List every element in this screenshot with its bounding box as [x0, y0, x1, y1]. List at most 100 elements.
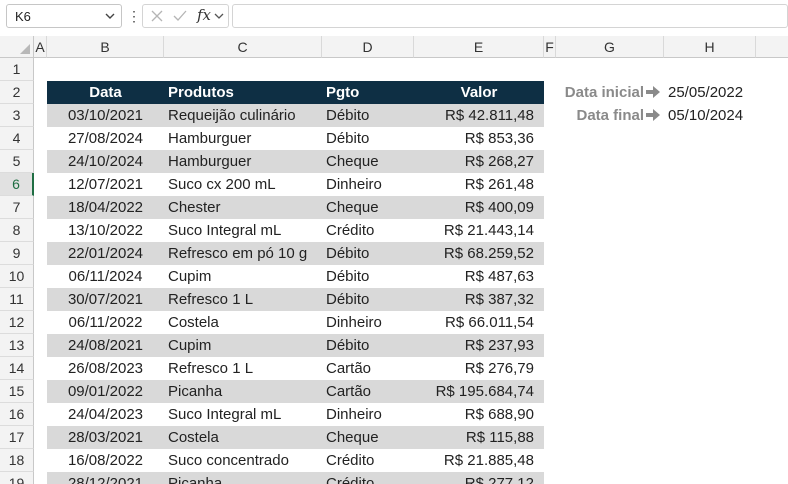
row-header-1[interactable]: 1: [0, 58, 34, 81]
column-header-i[interactable]: [756, 36, 788, 58]
row-header-11[interactable]: 11: [0, 288, 34, 311]
row-header-6[interactable]: 6: [0, 173, 34, 196]
cell-product[interactable]: Costela: [164, 426, 322, 449]
cell-product[interactable]: Refresco 1 L: [164, 357, 322, 380]
chevron-down-icon[interactable]: [211, 8, 227, 24]
row-header-7[interactable]: 7: [0, 196, 34, 219]
cell-date[interactable]: 26/08/2023: [47, 357, 164, 380]
enter-check-icon[interactable]: [172, 8, 188, 24]
cell-product[interactable]: Requeijão culinário: [164, 104, 322, 127]
cell-value[interactable]: R$ 487,63: [414, 265, 544, 288]
cell-date[interactable]: 16/08/2022: [47, 449, 164, 472]
column-header-c[interactable]: C: [164, 36, 322, 58]
cell-payment[interactable]: Dinheiro: [322, 311, 414, 334]
cell-date[interactable]: 24/04/2023: [47, 403, 164, 426]
table-header-payment[interactable]: Pgto: [322, 81, 414, 104]
table-header-date[interactable]: Data: [47, 81, 164, 104]
cell-product[interactable]: Hamburguer: [164, 127, 322, 150]
cell-product[interactable]: Picanha: [164, 472, 322, 484]
column-header-d[interactable]: D: [322, 36, 414, 58]
cell-date[interactable]: 03/10/2021: [47, 104, 164, 127]
table-header-value[interactable]: Valor: [414, 81, 544, 104]
cell-product[interactable]: Suco Integral mL: [164, 219, 322, 242]
cell-value[interactable]: R$ 688,90: [414, 403, 544, 426]
cell-value[interactable]: R$ 42.811,48: [414, 104, 544, 127]
cell-product[interactable]: Suco Integral mL: [164, 403, 322, 426]
cell-value[interactable]: R$ 268,27: [414, 150, 544, 173]
row-header-10[interactable]: 10: [0, 265, 34, 288]
cell-payment[interactable]: Crédito: [322, 219, 414, 242]
cell-product[interactable]: Chester: [164, 196, 322, 219]
cell-date[interactable]: 09/01/2022: [47, 380, 164, 403]
column-header-g[interactable]: G: [556, 36, 664, 58]
cell-date[interactable]: 24/10/2024: [47, 150, 164, 173]
cell-payment[interactable]: Cartão: [322, 380, 414, 403]
cell-payment[interactable]: Cheque: [322, 150, 414, 173]
cell-value[interactable]: R$ 66.011,54: [414, 311, 544, 334]
cell-value[interactable]: R$ 853,36: [414, 127, 544, 150]
cell-payment[interactable]: Débito: [322, 334, 414, 357]
cell-payment[interactable]: Cheque: [322, 196, 414, 219]
row-header-5[interactable]: 5: [0, 150, 34, 173]
cell-product[interactable]: Picanha: [164, 380, 322, 403]
cell-value[interactable]: R$ 261,48: [414, 173, 544, 196]
column-header-e[interactable]: E: [414, 36, 544, 58]
cell-value[interactable]: R$ 276,79: [414, 357, 544, 380]
row-header-12[interactable]: 12: [0, 311, 34, 334]
row-header-14[interactable]: 14: [0, 357, 34, 380]
row-header-8[interactable]: 8: [0, 219, 34, 242]
column-header-h[interactable]: H: [664, 36, 756, 58]
cell-payment[interactable]: Débito: [322, 242, 414, 265]
cell-payment[interactable]: Crédito: [322, 449, 414, 472]
cell-date[interactable]: 06/11/2022: [47, 311, 164, 334]
cell-date[interactable]: 06/11/2024: [47, 265, 164, 288]
cancel-icon[interactable]: [149, 8, 165, 24]
cell-product[interactable]: Refresco 1 L: [164, 288, 322, 311]
cell-payment[interactable]: Cheque: [322, 426, 414, 449]
cell-product[interactable]: Suco concentrado: [164, 449, 322, 472]
more-options-icon[interactable]: ⋮: [127, 6, 141, 26]
cell-value[interactable]: R$ 21.443,14: [414, 219, 544, 242]
table-header-product[interactable]: Produtos: [164, 81, 322, 104]
cell-value[interactable]: R$ 387,32: [414, 288, 544, 311]
cell-date[interactable]: 30/07/2021: [47, 288, 164, 311]
chevron-down-icon[interactable]: [103, 9, 117, 23]
cell-product[interactable]: Hamburguer: [164, 150, 322, 173]
cell-date[interactable]: 18/04/2022: [47, 196, 164, 219]
row-header-15[interactable]: 15: [0, 380, 34, 403]
cell-date[interactable]: 28/03/2021: [47, 426, 164, 449]
row-header-2[interactable]: 2: [0, 81, 34, 104]
row-header-4[interactable]: 4: [0, 127, 34, 150]
cell-payment[interactable]: Débito: [322, 127, 414, 150]
start-date-value[interactable]: 25/05/2022: [664, 81, 756, 104]
name-box[interactable]: K6: [6, 4, 122, 28]
cell-value[interactable]: R$ 115,88: [414, 426, 544, 449]
row-header-18[interactable]: 18: [0, 449, 34, 472]
cell-date[interactable]: 28/12/2021: [47, 472, 164, 484]
cell-date[interactable]: 22/01/2024: [47, 242, 164, 265]
row-header-17[interactable]: 17: [0, 426, 34, 449]
insert-function-icon[interactable]: fx: [197, 6, 211, 24]
cell-date[interactable]: 27/08/2024: [47, 127, 164, 150]
row-header-3[interactable]: 3: [0, 104, 34, 127]
cell-product[interactable]: Costela: [164, 311, 322, 334]
cell-value[interactable]: R$ 237,93: [414, 334, 544, 357]
cell-product[interactable]: Cupim: [164, 334, 322, 357]
cell-payment[interactable]: Débito: [322, 265, 414, 288]
row-header-19[interactable]: 19: [0, 472, 34, 484]
select-all-corner[interactable]: [0, 36, 34, 58]
cell-date[interactable]: 12/07/2021: [47, 173, 164, 196]
end-date-value[interactable]: 05/10/2024: [664, 104, 756, 127]
row-header-9[interactable]: 9: [0, 242, 34, 265]
cell-payment[interactable]: Crédito: [322, 472, 414, 484]
cell-payment[interactable]: Débito: [322, 288, 414, 311]
cell-value[interactable]: R$ 68.259,52: [414, 242, 544, 265]
column-header-b[interactable]: B: [47, 36, 164, 58]
cell-value[interactable]: R$ 195.684,74: [414, 380, 544, 403]
cell-product[interactable]: Cupim: [164, 265, 322, 288]
column-header-f[interactable]: F: [544, 36, 556, 58]
row-header-13[interactable]: 13: [0, 334, 34, 357]
cell-date[interactable]: 13/10/2022: [47, 219, 164, 242]
row-header-16[interactable]: 16: [0, 403, 34, 426]
cell-payment[interactable]: Dinheiro: [322, 173, 414, 196]
